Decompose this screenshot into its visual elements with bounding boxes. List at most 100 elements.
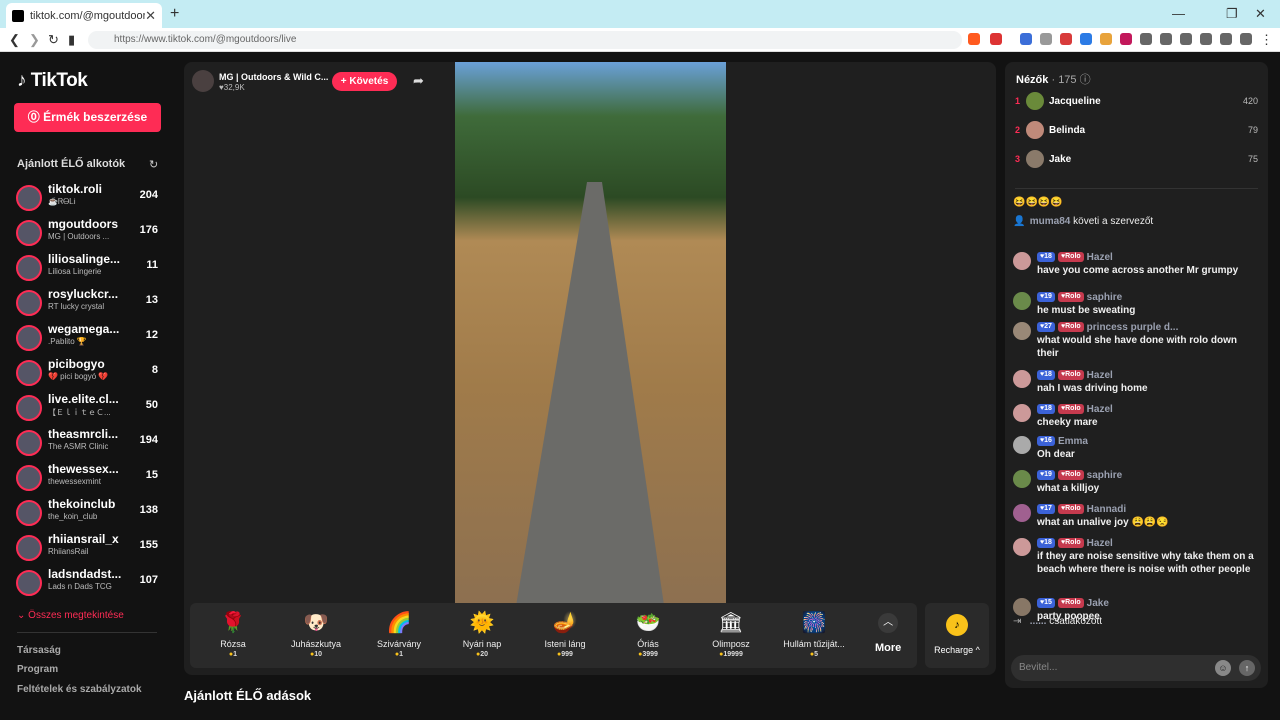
avatar: [16, 290, 42, 316]
extension-icon[interactable]: [1060, 33, 1072, 45]
info-icon[interactable]: ⓘ: [1080, 74, 1091, 86]
leo-icon[interactable]: [1220, 33, 1232, 45]
avatar: [16, 430, 42, 456]
avatar[interactable]: [1013, 252, 1031, 270]
avatar[interactable]: [1013, 598, 1031, 616]
top-viewer[interactable]: 1 Jacqueline 420: [1015, 92, 1260, 112]
bookmark-icon[interactable]: ▮: [68, 32, 75, 48]
creator-item[interactable]: liliosalinge... Liliosa Lingerie 11: [16, 252, 166, 287]
avatar[interactable]: [1013, 322, 1031, 340]
chat-username[interactable]: saphire: [1087, 292, 1123, 303]
avatar[interactable]: [1013, 292, 1031, 310]
gift-item[interactable]: 🎆 Hullám tűziját... ●5: [773, 603, 855, 668]
avatar[interactable]: [1013, 404, 1031, 422]
footer-company-link[interactable]: Társaság: [17, 645, 61, 656]
gift-item[interactable]: 🥗 Óriás ●3999: [607, 603, 689, 668]
host-avatar[interactable]: [192, 70, 214, 92]
creator-item[interactable]: thewessex... thewessexmint 15: [16, 462, 166, 497]
extension-icon[interactable]: [1040, 33, 1052, 45]
recharge-button[interactable]: ♪ Recharge ^: [925, 603, 989, 668]
more-gifts-button[interactable]: ︿ More: [875, 613, 901, 654]
puzzle-icon[interactable]: [1160, 33, 1172, 45]
chat-username[interactable]: Jake: [1087, 598, 1109, 609]
viewer-score: 75: [1247, 154, 1258, 164]
gift-bar: 🌹 Rózsa ●1 🐶 Juhászkutya ●10 🌈 Szivárvány ●1 🌞 Nyá…: [190, 603, 917, 668]
footer-terms-link[interactable]: Feltételek és szabályzatok: [17, 684, 142, 695]
gift-item[interactable]: 🌈 Szivárvány ●1: [358, 603, 440, 668]
refresh-icon[interactable]: ↻: [149, 158, 158, 171]
chat-username[interactable]: Hazel: [1087, 252, 1113, 263]
close-tab-icon[interactable]: ✕: [145, 8, 156, 24]
gift-item[interactable]: 🐶 Juhászkutya ●10: [275, 603, 357, 668]
close-window-icon[interactable]: ✕: [1255, 6, 1266, 22]
video-player[interactable]: [455, 62, 726, 604]
avatar[interactable]: [1013, 436, 1031, 454]
chat-emoji-row: 😆😆😆😆: [1013, 197, 1063, 208]
creator-item[interactable]: rosyluckcr... RT lucky crystal 13: [16, 287, 166, 322]
reload-icon[interactable]: ↻: [48, 32, 59, 48]
avatar: [16, 570, 42, 596]
restore-icon[interactable]: ❐: [1226, 6, 1238, 22]
sidebar-toggle-icon[interactable]: [1180, 33, 1192, 45]
creator-item[interactable]: picibogyo 💔 pici bogyó 💔 8: [16, 357, 166, 392]
creator-item[interactable]: ladsndadst... Lads n Dads TCG 107: [16, 567, 166, 602]
chat-username[interactable]: Emma: [1058, 436, 1088, 447]
extension-icon[interactable]: [1020, 33, 1032, 45]
creator-item[interactable]: mgoutdoors MG | Outdoors ... 176: [16, 217, 166, 252]
footer-program-link[interactable]: Program: [17, 664, 58, 675]
host-name[interactable]: MG | Outdoors & Wild C...: [219, 72, 328, 82]
wallet-icon[interactable]: [1200, 33, 1212, 45]
chat-username[interactable]: Hazel: [1087, 404, 1113, 415]
viewer-count: 204: [139, 189, 158, 201]
avatar[interactable]: [1013, 504, 1031, 522]
send-icon[interactable]: ↑: [1239, 660, 1255, 676]
chat-username[interactable]: Hazel: [1087, 538, 1113, 549]
gift-name: Olimposz: [712, 639, 750, 649]
top-viewer[interactable]: 3 Jake 75: [1015, 150, 1260, 170]
top-viewer[interactable]: 2 Belinda 79: [1015, 121, 1260, 141]
extension-icon[interactable]: [1120, 33, 1132, 45]
level-badge: ♥18: [1037, 370, 1055, 380]
emoji-icon[interactable]: ☺: [1215, 660, 1231, 676]
avatar[interactable]: [1013, 538, 1031, 556]
chat-username[interactable]: princess purple d...: [1087, 322, 1179, 333]
creator-item[interactable]: rhiiansrail_x RhiiansRail 155: [16, 532, 166, 567]
creator-item[interactable]: wegamega... .Pablito 🏆 12: [16, 322, 166, 357]
level-badge: ♥18: [1037, 252, 1055, 262]
tiktok-logo[interactable]: ♪ TikTok: [17, 70, 88, 92]
follow-button[interactable]: + Követés: [332, 72, 397, 91]
share-icon[interactable]: ➦: [413, 73, 424, 89]
creator-subtitle: The ASMR Clinic: [48, 442, 109, 451]
avatar[interactable]: [1013, 370, 1031, 388]
minimize-icon[interactable]: —: [1172, 6, 1185, 21]
new-tab-button[interactable]: +: [170, 5, 179, 23]
avatar[interactable]: [1013, 470, 1031, 488]
vpn-icon[interactable]: [1240, 33, 1252, 45]
creator-item[interactable]: theasmrcli... The ASMR Clinic 194: [16, 427, 166, 462]
brave-shield-icon[interactable]: [968, 33, 980, 45]
creator-item[interactable]: live.elite.cl... 【ＥｌｉｔｅＣ... 50: [16, 392, 166, 427]
browser-tab[interactable]: tiktok.com/@mgoutdoors/liv ✕: [6, 3, 162, 28]
extension-icon[interactable]: [1140, 33, 1152, 45]
creator-item[interactable]: tiktok.roli ☕ᏒᎾᏞᎥ 204: [16, 182, 166, 217]
chat-username[interactable]: Hannadi: [1087, 504, 1126, 515]
gift-item[interactable]: 🪔 Isteni láng ●999: [524, 603, 606, 668]
see-all-link[interactable]: ⌄ Összes megtekintése: [17, 610, 124, 621]
rewards-icon[interactable]: [990, 33, 1002, 45]
forward-icon[interactable]: ❯: [29, 32, 40, 48]
get-coins-button[interactable]: ⓪ Érmék beszerzése: [14, 103, 161, 132]
url-field[interactable]: https://www.tiktok.com/@mgoutdoors/live: [88, 31, 962, 49]
gift-item[interactable]: 🌞 Nyári nap ●20: [441, 603, 523, 668]
chat-messages[interactable]: 😆😆😆😆 👤 muma84 követi a szervezőt ♥18 ♥Rol…: [1005, 195, 1268, 645]
viewers-header[interactable]: Nézők · 175 ⓘ: [1016, 71, 1091, 87]
gift-item[interactable]: 🌹 Rózsa ●1: [192, 603, 274, 668]
chat-input[interactable]: Bevitel... ☺ ↑: [1011, 655, 1261, 681]
back-icon[interactable]: ❮: [9, 32, 20, 48]
chat-username[interactable]: Hazel: [1087, 370, 1113, 381]
gift-item[interactable]: 🏛 Olimposz ●19999: [690, 603, 772, 668]
chat-username[interactable]: saphire: [1087, 470, 1123, 481]
extension-icon[interactable]: [1080, 33, 1092, 45]
menu-icon[interactable]: ⋮: [1260, 32, 1273, 48]
creator-item[interactable]: thekoinclub the_koin_club 138: [16, 497, 166, 532]
extension-icon[interactable]: [1100, 33, 1112, 45]
